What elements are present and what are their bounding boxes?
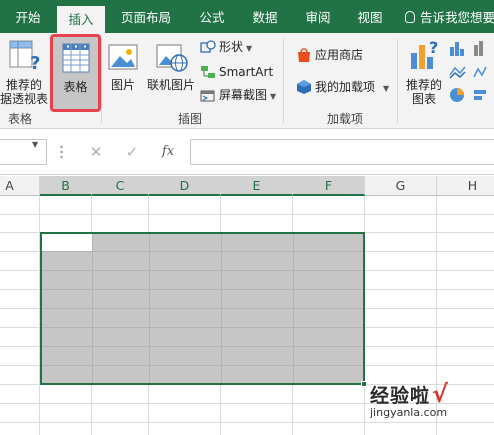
online-pictures-label: 联机图片 — [146, 78, 195, 92]
active-cell[interactable] — [42, 234, 93, 252]
formula-input[interactable] — [190, 139, 494, 165]
online-pictures-button[interactable]: 联机图片 — [144, 35, 198, 92]
chevron-down-icon: ▼ — [246, 44, 253, 53]
table-button[interactable]: 表格 — [50, 34, 101, 112]
screenshot-button[interactable]: 屏幕截图 ▼ — [200, 85, 276, 105]
pie-chart-button[interactable] — [448, 86, 491, 106]
store-button[interactable]: 应用商店 — [296, 45, 363, 65]
shapes-icon — [200, 40, 216, 53]
tab-insert[interactable]: 插入 — [57, 6, 105, 33]
tell-me-label: 告诉我您想要 — [420, 10, 494, 25]
line-chart-button[interactable] — [448, 63, 491, 83]
pictures-label: 图片 — [110, 78, 135, 92]
column-chart-button[interactable] — [448, 39, 491, 59]
table-icon — [62, 43, 89, 73]
addins-group-label: 加载项 — [326, 112, 363, 126]
my-addins-label: 我的加载项 — [315, 80, 376, 94]
selection-gridline — [42, 270, 363, 271]
pie-chart-icon — [450, 88, 486, 102]
online-picture-icon — [156, 44, 188, 72]
pivottable-icon: ? — [9, 40, 40, 74]
tab-review[interactable]: 审阅 — [296, 0, 340, 33]
column-header-f[interactable]: F — [293, 176, 365, 196]
selection-gridline — [42, 327, 363, 328]
column-header-b[interactable]: B — [40, 176, 92, 196]
tab-start[interactable]: 开始 — [6, 0, 50, 33]
group-separator — [101, 39, 102, 123]
selection-gridline — [42, 289, 363, 290]
screenshot-label: 屏幕截图 — [219, 88, 268, 102]
tab-page-layout[interactable]: 页面布局 — [112, 0, 180, 33]
my-addins-button[interactable]: 我的加载项 ▼ — [296, 77, 389, 97]
recommended-charts-icon: ? — [411, 38, 438, 69]
picture-icon — [108, 44, 138, 70]
recommended-charts-button[interactable]: ? 推荐的 图表 — [402, 35, 446, 106]
my-addins-icon — [297, 80, 311, 94]
gridline — [0, 214, 494, 215]
column-chart-icon — [450, 41, 483, 56]
cancel-icon[interactable]: ✕ — [86, 142, 106, 162]
selection-gridline — [42, 308, 363, 309]
screenshot-icon — [200, 90, 215, 102]
watermark-url: jingyanla.com — [370, 406, 448, 419]
name-box[interactable] — [0, 139, 47, 165]
selection-gridline — [42, 346, 363, 347]
chevron-down-icon: ▼ — [270, 92, 277, 101]
tell-me-search[interactable]: 告诉我您想要 — [405, 0, 494, 33]
tab-formulas[interactable]: 公式 — [190, 0, 234, 33]
gridline — [0, 422, 494, 423]
ribbon-tab-bar: 开始 插入 页面布局 公式 数据 审阅 视图 告诉我您想要 — [0, 0, 494, 33]
svg-text:?: ? — [429, 38, 438, 57]
illustrations-group-label: 插图 — [177, 112, 202, 126]
watermark: 经验啦√ jingyanla.com — [370, 380, 494, 419]
enter-icon[interactable]: ✓ — [122, 142, 142, 162]
tab-view[interactable]: 视图 — [348, 0, 392, 33]
line-chart-icon — [449, 66, 487, 79]
group-separator — [397, 39, 398, 123]
column-header-e[interactable]: E — [221, 176, 293, 196]
insert-function-icon[interactable]: fx — [158, 142, 178, 162]
shapes-button[interactable]: 形状 ▼ — [200, 37, 252, 57]
selection-gridline — [42, 251, 363, 252]
shapes-label: 形状 — [219, 40, 244, 54]
column-header-h[interactable]: H — [437, 176, 494, 196]
smartart-label: SmartArt — [219, 65, 274, 79]
selected-range[interactable] — [40, 232, 365, 385]
smartart-icon — [201, 66, 215, 78]
tables-group-label: 表格 — [7, 112, 32, 126]
formula-bar: ▼ ✕ ✓ fx — [0, 130, 494, 175]
recommended-pivottables-button[interactable]: ? 推荐的 据透视表 — [0, 35, 50, 106]
recommended-pivot-label-2: 据透视表 — [0, 92, 48, 106]
chevron-down-icon: ▼ — [383, 84, 390, 93]
column-header-g[interactable]: G — [365, 176, 437, 196]
drag-handle-icon[interactable] — [60, 144, 63, 160]
svg-text:?: ? — [30, 53, 40, 74]
column-header-d[interactable]: D — [149, 176, 221, 196]
watermark-text: 经验啦 — [370, 385, 431, 407]
store-label: 应用商店 — [315, 48, 364, 62]
recommended-charts-label-1: 推荐的 — [405, 78, 442, 92]
checkmark-icon: √ — [432, 380, 449, 408]
lightbulb-icon — [405, 11, 415, 23]
table-button-label: 表格 — [63, 80, 88, 94]
column-header-c[interactable]: C — [92, 176, 149, 196]
smartart-button[interactable]: SmartArt — [200, 62, 273, 82]
tab-data[interactable]: 数据 — [243, 0, 287, 33]
group-separator — [283, 39, 284, 123]
recommended-pivot-label-1: 推荐的 — [5, 78, 42, 92]
column-header-a[interactable]: A — [0, 176, 40, 196]
ribbon-insert: ? 推荐的 据透视表 表格 表格 图片 联机图片 形状 ▼ SmartArt 屏… — [0, 33, 494, 129]
selection-gridline — [42, 365, 363, 366]
fill-handle[interactable] — [361, 381, 367, 387]
store-icon — [298, 48, 310, 62]
recommended-charts-label-2: 图表 — [411, 92, 436, 106]
chevron-down-icon[interactable]: ▼ — [32, 140, 38, 149]
pictures-button[interactable]: 图片 — [106, 35, 140, 92]
